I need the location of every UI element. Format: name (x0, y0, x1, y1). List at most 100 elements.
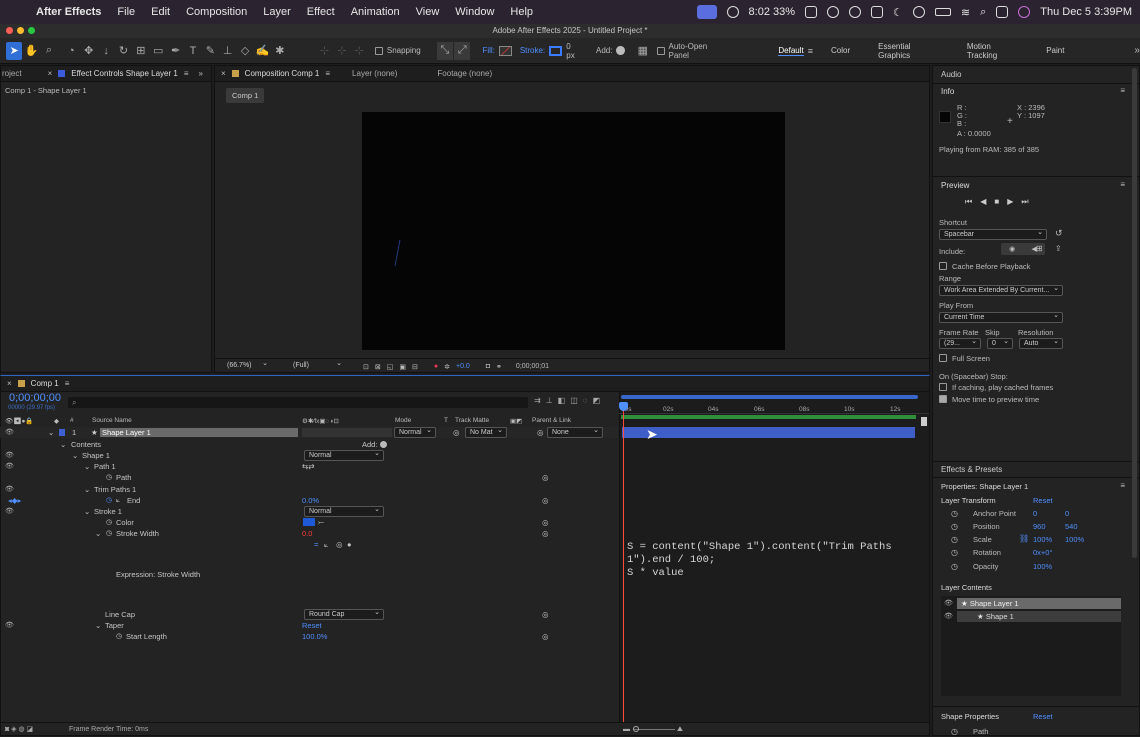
taper-eye-icon[interactable]: 👁 (5, 620, 14, 631)
workspace-default[interactable]: Default (778, 46, 804, 56)
moon-icon[interactable]: ☾ (893, 6, 903, 19)
taper-reset[interactable]: Reset (302, 620, 322, 631)
end-graph-icon[interactable]: ⟀ (116, 495, 120, 506)
auto-open-checkbox[interactable] (657, 46, 665, 55)
axis-world-icon[interactable]: ⊹ (334, 42, 350, 60)
expand-arrow-icon[interactable]: ⌄ (95, 528, 101, 539)
menu-composition[interactable]: Composition (178, 6, 255, 18)
zoom-out-icon[interactable]: ▬ (623, 723, 630, 737)
color-row[interactable]: ◷ Color ⤚ ◎ (0, 517, 618, 528)
search-icon[interactable]: ⌕ (980, 6, 986, 19)
path-row[interactable]: ◷ Path ◎ (0, 472, 618, 483)
current-time-indicator[interactable] (623, 402, 624, 722)
mode-header[interactable]: Mode (395, 417, 411, 424)
eraser-tool-icon[interactable]: ◇ (237, 42, 253, 60)
frame-rate-dropdown[interactable]: (29... (939, 337, 981, 349)
close-tab-icon[interactable]: × (7, 379, 12, 388)
axis-view-icon[interactable]: ⊹ (351, 42, 367, 60)
expression-pickwhip-icon[interactable]: ◎ (336, 539, 343, 550)
panel-overflow-icon[interactable]: » (199, 69, 203, 78)
expand-arrow-icon[interactable]: ⌄ (84, 484, 90, 495)
constrain-proportions-icon[interactable]: ⛓ (1019, 534, 1029, 543)
timeline-search-input[interactable]: ⌕ (68, 397, 528, 408)
shape-visibility-eye-icon[interactable]: 👁 (944, 612, 953, 620)
snap-edges-icon[interactable]: ⤢ (454, 41, 471, 60)
scale-y-value[interactable]: 100% (1065, 535, 1084, 544)
menu-file[interactable]: File (109, 6, 143, 18)
rotate-tool-icon[interactable]: ↻ (115, 42, 131, 60)
comp-mini-flowchart-icon[interactable]: ⇉ (534, 396, 541, 405)
path-stopwatch-icon[interactable]: ◷ (106, 472, 112, 483)
range-dropdown[interactable]: Work Area Extended By Current... (939, 284, 1063, 296)
path-stopwatch-icon[interactable]: ◷ (951, 727, 958, 736)
stroke-swatch[interactable] (549, 45, 563, 56)
anchor-x-value[interactable]: 0 (1033, 509, 1037, 518)
app-status-icon[interactable] (805, 6, 818, 18)
exposure-reset-icon[interactable]: ✲ (444, 363, 450, 371)
axis-local-icon[interactable]: ⊹ (316, 42, 332, 60)
info-panel-header[interactable]: Info (941, 87, 954, 96)
grammarly-icon[interactable] (849, 6, 862, 18)
expand-arrow-icon[interactable]: ⌄ (95, 620, 101, 631)
menu-layer[interactable]: Layer (255, 6, 299, 18)
siri-icon[interactable] (1018, 6, 1031, 18)
audio-panel-header[interactable]: Audio (941, 70, 961, 79)
region-of-interest-icon[interactable]: ▣ (399, 363, 406, 371)
color-channels-icon[interactable]: ● (434, 363, 438, 370)
type-tool-icon[interactable]: T (185, 42, 201, 60)
fast-previews-icon[interactable]: ⊡ (363, 363, 369, 371)
orbit-tool-icon[interactable]: ◔ (63, 42, 79, 60)
zoom-dropdown[interactable]: (66.7%) (223, 359, 271, 372)
previous-frame-icon[interactable]: ◀︎ (980, 197, 986, 207)
menu-edit[interactable]: Edit (143, 6, 178, 18)
full-screen-checkbox[interactable] (939, 354, 947, 362)
stroke-width-value[interactable]: 0.0 (302, 528, 312, 539)
panel-menu-icon[interactable]: ≡ (325, 69, 330, 78)
include-external-icon[interactable]: ⇪ (1055, 244, 1062, 253)
expression-editor[interactable]: S = content("Shape 1").content("Trim Pat… (627, 541, 917, 605)
layer-label-color[interactable] (59, 429, 65, 436)
layer-duration-bar[interactable] (622, 427, 915, 438)
stroke1-blend-dropdown[interactable]: Normal (304, 505, 384, 517)
end-pickwhip-icon[interactable]: ◎ (542, 495, 549, 506)
stroke-width-row[interactable]: ⌄ ◷ Stroke Width 0.0 ◎ (0, 528, 618, 539)
roto-brush-tool-icon[interactable]: ✍ (254, 42, 270, 60)
close-window-button[interactable] (6, 27, 13, 34)
trim-eye-icon[interactable]: 👁 (5, 484, 14, 495)
expression-enable-icon[interactable]: = (314, 539, 318, 550)
line-cap-dropdown[interactable]: Round Cap (304, 608, 384, 620)
workspace-essential-graphics[interactable]: Essential Graphics (878, 42, 939, 60)
stop-icon[interactable]: ■ (994, 197, 999, 207)
tab-footage[interactable]: Footage (none) (431, 69, 498, 78)
brush-tool-icon[interactable]: ✎ (202, 42, 218, 60)
workspace-color[interactable]: Color (831, 46, 850, 55)
color-pickwhip-icon[interactable]: ◎ (542, 517, 549, 528)
workspace-motion-tracking[interactable]: Motion Tracking (967, 42, 1018, 60)
battery-icon[interactable] (934, 8, 951, 16)
hand-tool-icon[interactable]: ✋ (23, 42, 39, 60)
expression-graph-icon[interactable]: ⟀ (324, 539, 329, 550)
current-time-display[interactable]: 0;00;00;00 (9, 392, 61, 404)
close-tab-icon[interactable]: × (48, 69, 53, 78)
viewer-timecode[interactable]: 0;00;00;01 (516, 363, 549, 370)
workspace-menu-icon[interactable]: ≡ (808, 46, 813, 56)
info-menu-icon[interactable]: ≡ (1120, 86, 1125, 95)
workspace-overflow-icon[interactable]: » (1134, 45, 1140, 56)
opacity-value[interactable]: 100% (1033, 562, 1052, 571)
track-matte-dropdown[interactable]: No Mat (465, 426, 507, 438)
anchor-stopwatch-icon[interactable]: ◷ (951, 509, 958, 518)
comp-navigator-button[interactable]: Comp 1 (226, 88, 265, 103)
tab-composition[interactable]: Composition Comp 1 (239, 69, 326, 78)
source-name-header[interactable]: Source Name (92, 417, 132, 424)
graph-editor-icon[interactable]: ◩ (593, 396, 601, 405)
panel-menu-icon[interactable]: ≡ (65, 379, 70, 388)
mask-visibility-icon[interactable]: ◱ (387, 363, 394, 371)
line-cap-row[interactable]: Line Cap Round Cap ◎ (0, 608, 618, 620)
pick-whip-icon[interactable]: ◎ (537, 427, 544, 438)
control-center-icon[interactable] (996, 6, 1009, 18)
start-length-pickwhip-icon[interactable]: ◎ (542, 631, 549, 642)
stroke-width-pickwhip-icon[interactable]: ◎ (542, 528, 549, 539)
stroke-shape[interactable] (362, 112, 785, 350)
snap-feature-icon[interactable]: ⤡ (436, 41, 454, 60)
comp-canvas[interactable] (362, 112, 785, 350)
